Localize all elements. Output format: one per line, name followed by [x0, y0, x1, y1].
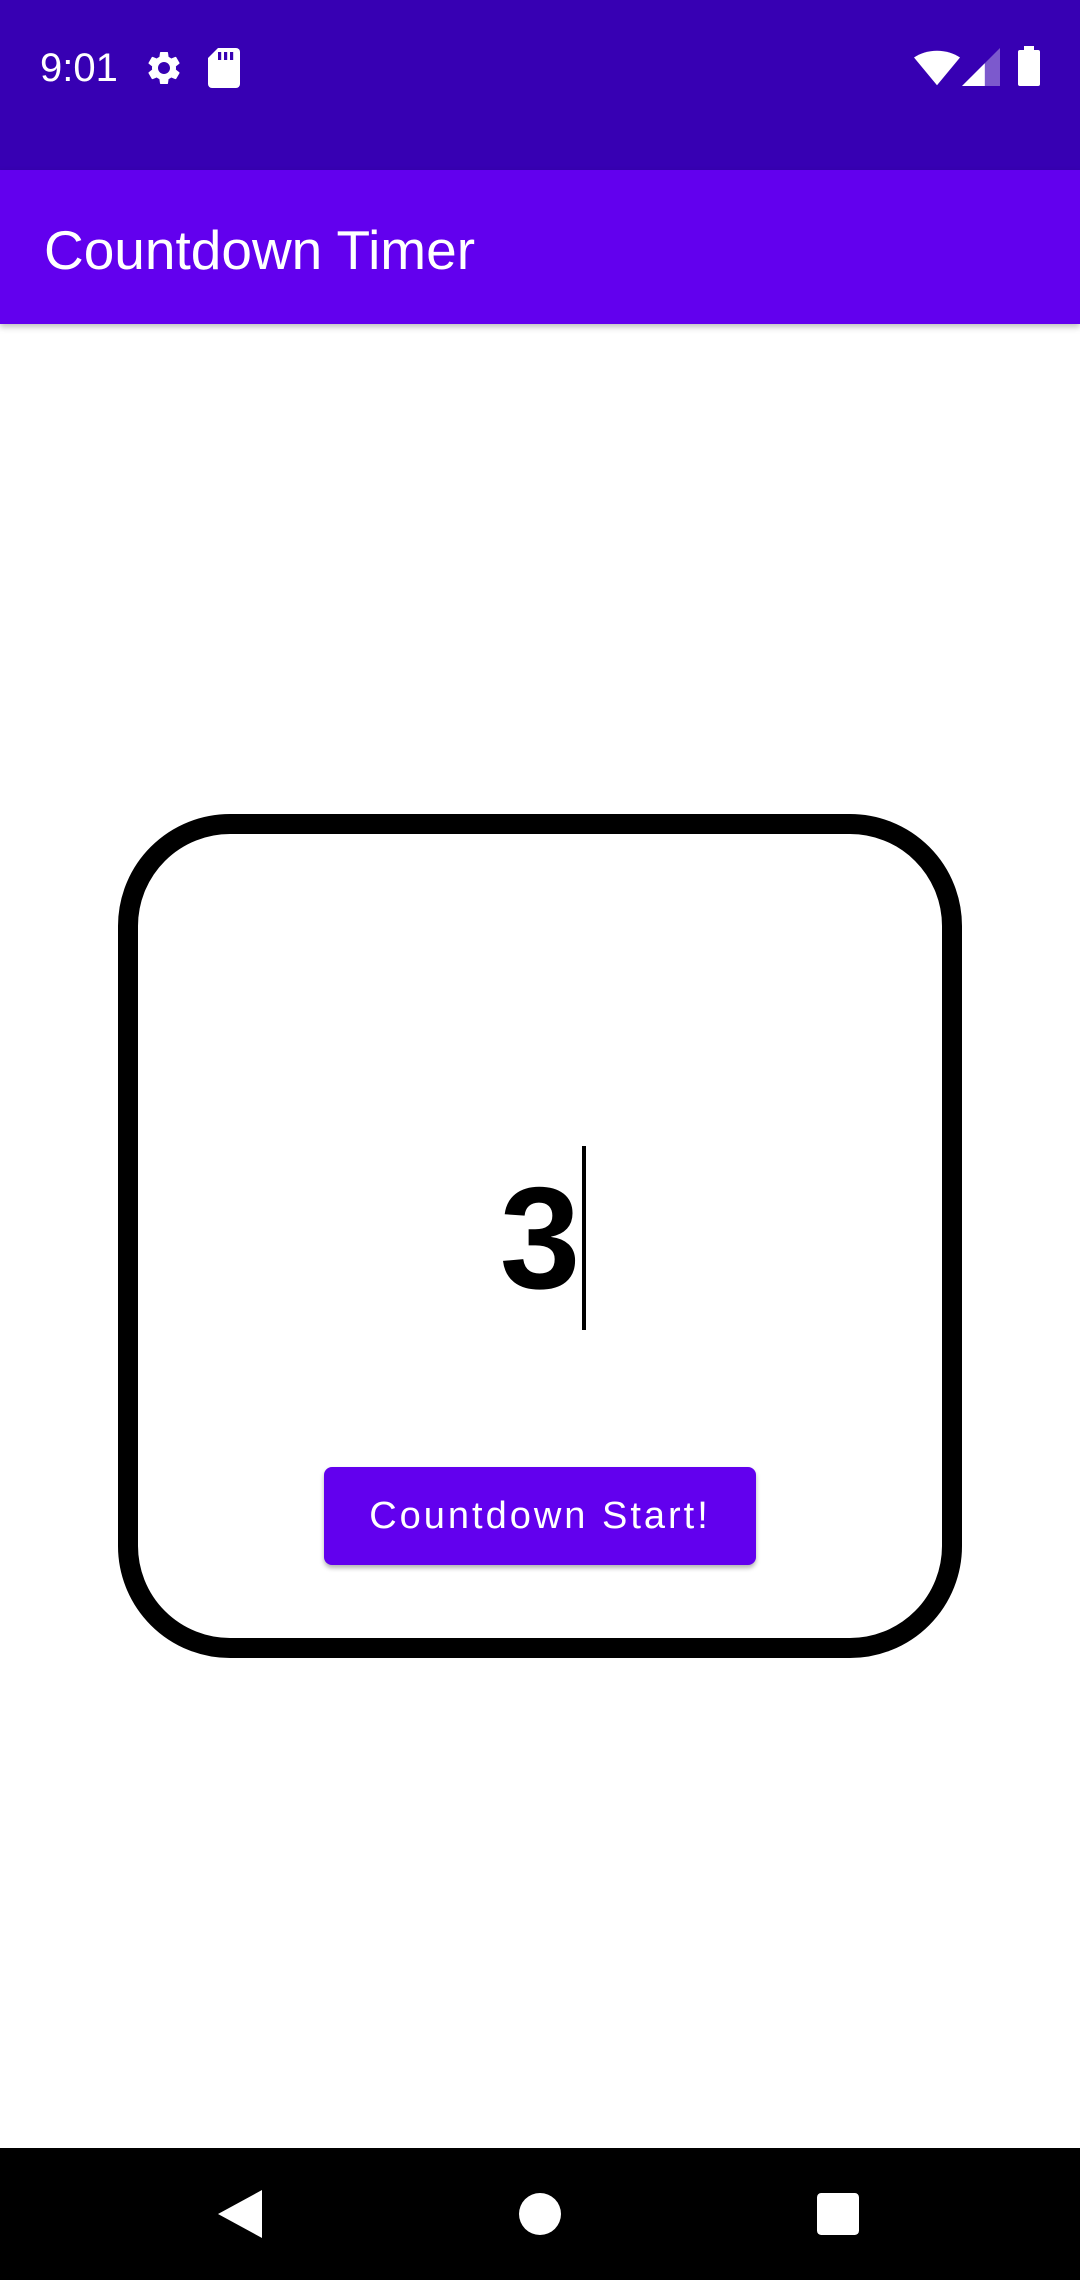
cell-signal-icon	[962, 48, 1000, 86]
wifi-icon	[914, 50, 960, 86]
battery-icon	[1018, 46, 1040, 86]
sd-card-icon	[208, 48, 240, 88]
count-display[interactable]: 3	[0, 1138, 1080, 1338]
app-title: Countdown Timer	[44, 219, 476, 281]
status-time: 9:01	[40, 46, 118, 90]
back-icon	[218, 2190, 262, 2238]
navigation-bar	[0, 2148, 1080, 2280]
recents-button[interactable]	[758, 2148, 918, 2280]
app-bar: Countdown Timer	[0, 170, 1080, 324]
recents-icon	[817, 2193, 859, 2235]
text-cursor	[582, 1146, 587, 1330]
home-button[interactable]	[460, 2148, 620, 2280]
count-value[interactable]: 3	[494, 1138, 581, 1338]
home-icon	[519, 2193, 561, 2235]
countdown-start-button[interactable]: Countdown Start!	[324, 1467, 756, 1565]
screen: 9:01 Countdown Timer 3 Countdown Start!	[0, 0, 1080, 2280]
back-button[interactable]	[160, 2148, 320, 2280]
gear-icon	[148, 51, 180, 84]
status-bar: 9:01	[0, 0, 1080, 170]
